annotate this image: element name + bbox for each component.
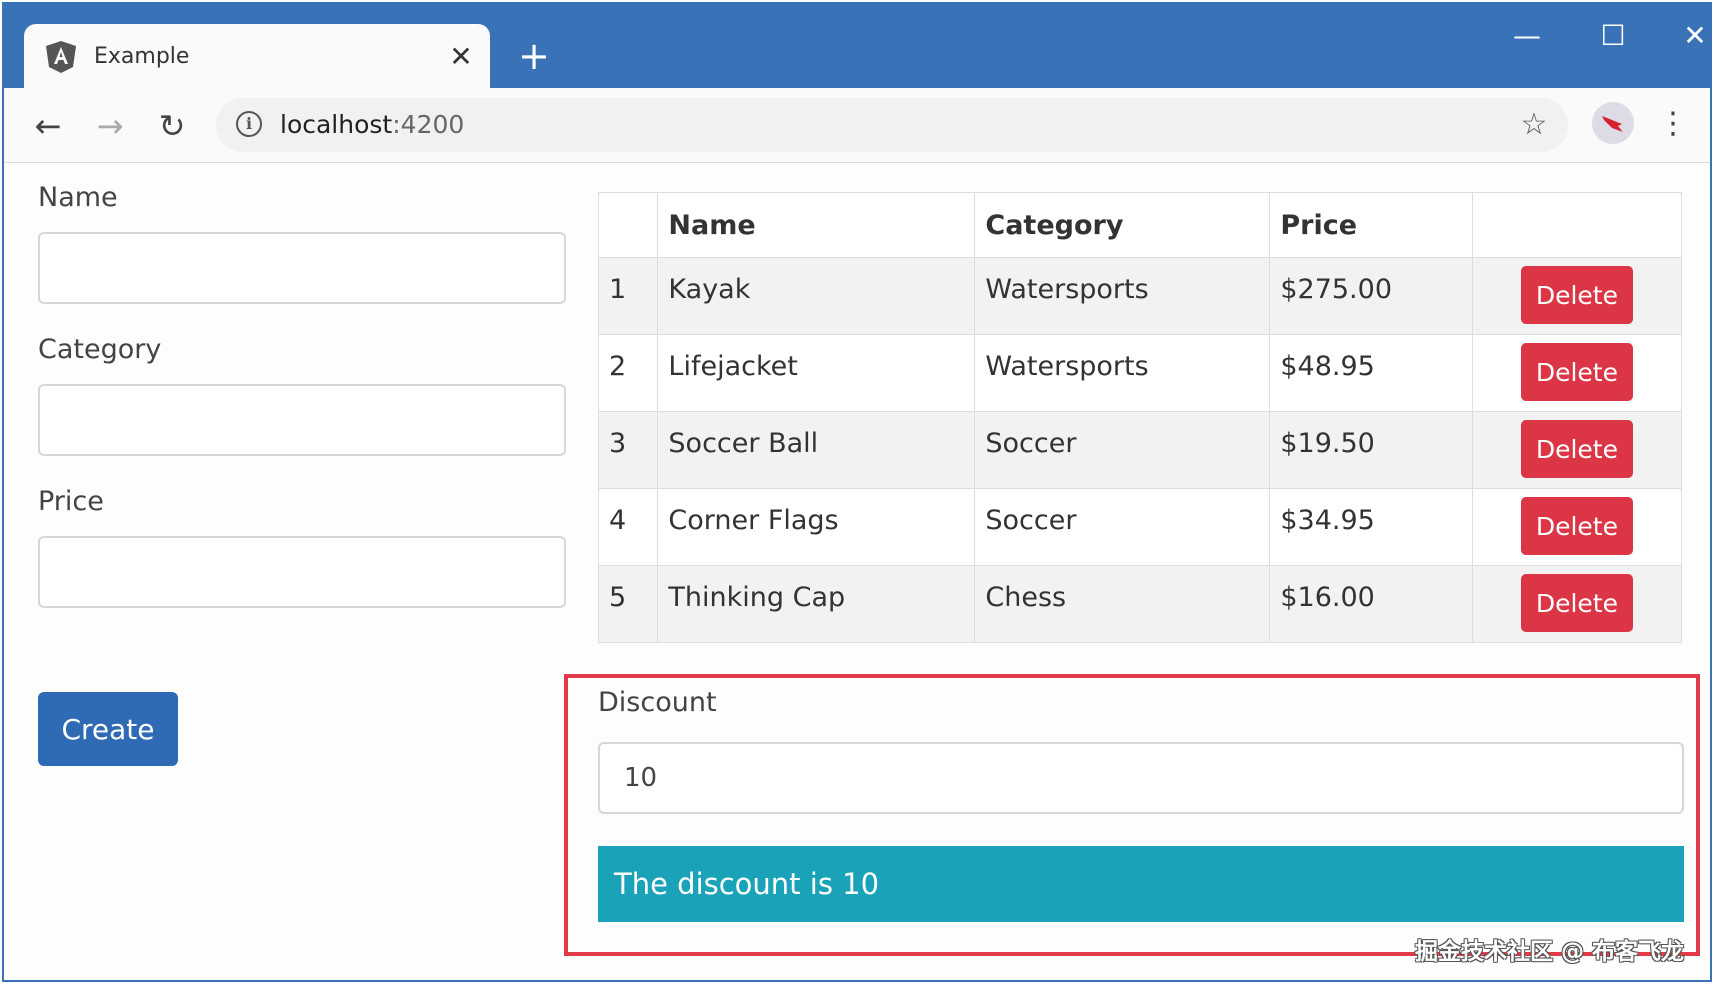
- row-category: Soccer: [974, 488, 1271, 566]
- browser-window: Example ✕ + — ☐ ✕ ← → ↻ i localhost:4200…: [2, 2, 1712, 982]
- title-bar: Example ✕ + — ☐ ✕: [4, 2, 1710, 90]
- header-index: [597, 192, 659, 258]
- info-icon[interactable]: i: [236, 111, 262, 137]
- row-actions: Delete: [1471, 334, 1683, 412]
- row-category: Chess: [974, 565, 1271, 643]
- header-category: Category: [974, 192, 1271, 258]
- address-bar[interactable]: i localhost:4200 ☆: [216, 98, 1568, 152]
- delete-button[interactable]: Delete: [1520, 497, 1633, 555]
- bookmark-star-icon[interactable]: ☆: [1516, 107, 1552, 143]
- row-price: $16.00: [1269, 565, 1473, 643]
- row-actions: Delete: [1471, 488, 1683, 566]
- discount-label: Discount: [598, 687, 717, 718]
- tab-title: Example: [94, 44, 190, 69]
- row-name: Kayak: [657, 257, 976, 335]
- price-label: Price: [38, 486, 104, 517]
- create-button[interactable]: Create: [38, 692, 178, 766]
- row-index: 5: [597, 565, 659, 643]
- maximize-icon[interactable]: ☐: [1590, 16, 1636, 56]
- products-table: Name Category Price 1 Kayak Watersports …: [597, 192, 1683, 643]
- name-label: Name: [38, 182, 118, 213]
- watermark: 掘金技术社区 @ 布客飞龙: [1414, 939, 1684, 965]
- delete-button[interactable]: Delete: [1520, 420, 1633, 478]
- reload-icon[interactable]: ↻: [152, 106, 192, 146]
- profile-bird-icon: [1592, 102, 1634, 144]
- row-actions: Delete: [1471, 411, 1683, 489]
- row-price: $48.95: [1269, 334, 1473, 412]
- window-close-icon[interactable]: ✕: [1672, 16, 1716, 56]
- new-tab-icon[interactable]: +: [514, 36, 554, 76]
- angular-logo-icon: [46, 41, 76, 73]
- header-price: Price: [1269, 192, 1473, 258]
- row-name: Lifejacket: [657, 334, 976, 412]
- row-price: $19.50: [1269, 411, 1473, 489]
- row-price: $275.00: [1269, 257, 1473, 335]
- row-category: Soccer: [974, 411, 1271, 489]
- discount-input[interactable]: [598, 742, 1684, 814]
- table-row: 3 Soccer Ball Soccer $19.50 Delete: [597, 411, 1683, 489]
- page-content: Name Category Price Create Name Category…: [4, 162, 1710, 982]
- row-category: Watersports: [974, 257, 1271, 335]
- kebab-menu-icon[interactable]: ⋮: [1658, 104, 1688, 144]
- name-input[interactable]: [38, 232, 566, 304]
- header-name: Name: [657, 192, 976, 258]
- back-arrow-icon[interactable]: ←: [28, 106, 68, 146]
- table-row: 5 Thinking Cap Chess $16.00 Delete: [597, 565, 1683, 643]
- delete-button[interactable]: Delete: [1520, 343, 1633, 401]
- row-index: 1: [597, 257, 659, 335]
- row-name: Soccer Ball: [657, 411, 976, 489]
- url-host: localhost: [280, 110, 393, 139]
- browser-toolbar: ← → ↻ i localhost:4200 ☆ ⋮: [4, 88, 1710, 163]
- category-label: Category: [38, 334, 162, 365]
- row-price: $34.95: [1269, 488, 1473, 566]
- profile-avatar[interactable]: [1592, 102, 1634, 144]
- discount-display: The discount is 10: [598, 846, 1684, 922]
- row-index: 4: [597, 488, 659, 566]
- url-port: :4200: [392, 110, 465, 139]
- table-row: 4 Corner Flags Soccer $34.95 Delete: [597, 488, 1683, 566]
- row-actions: Delete: [1471, 257, 1683, 335]
- browser-tab[interactable]: Example ✕: [24, 24, 490, 90]
- row-name: Corner Flags: [657, 488, 976, 566]
- row-category: Watersports: [974, 334, 1271, 412]
- row-index: 2: [597, 334, 659, 412]
- table-header-row: Name Category Price: [597, 192, 1683, 258]
- tab-close-icon[interactable]: ✕: [444, 40, 478, 74]
- forward-arrow-icon[interactable]: →: [90, 106, 130, 146]
- url-text[interactable]: localhost:4200: [280, 98, 464, 152]
- delete-button[interactable]: Delete: [1520, 266, 1633, 324]
- delete-button[interactable]: Delete: [1520, 574, 1633, 632]
- price-input[interactable]: [38, 536, 566, 608]
- header-actions: [1471, 192, 1683, 258]
- table-row: 1 Kayak Watersports $275.00 Delete: [597, 257, 1683, 335]
- category-input[interactable]: [38, 384, 566, 456]
- table-row: 2 Lifejacket Watersports $48.95 Delete: [597, 334, 1683, 412]
- row-name: Thinking Cap: [657, 565, 976, 643]
- minimize-icon[interactable]: —: [1504, 16, 1550, 56]
- row-actions: Delete: [1471, 565, 1683, 643]
- row-index: 3: [597, 411, 659, 489]
